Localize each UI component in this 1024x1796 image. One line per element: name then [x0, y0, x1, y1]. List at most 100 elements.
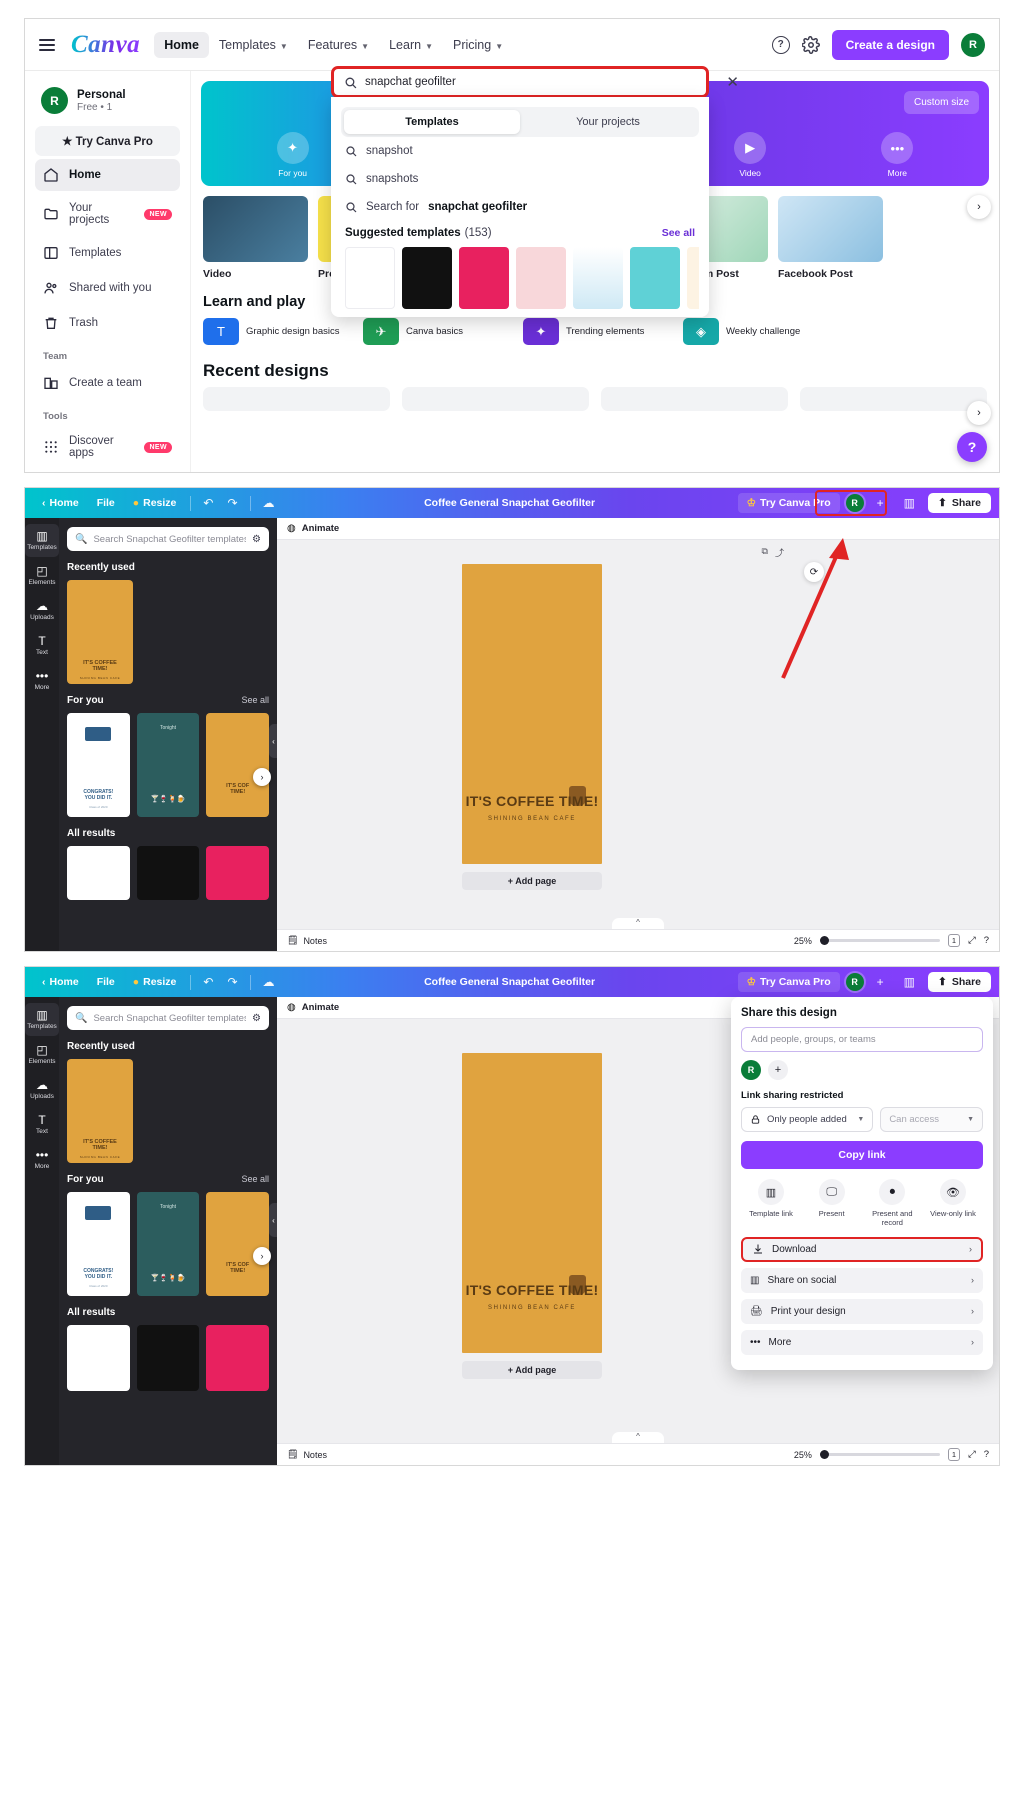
- zoom-slider-handle[interactable]: [819, 936, 829, 945]
- fullscreen-icon[interactable]: ⤢: [968, 1449, 976, 1460]
- design-page[interactable]: IT'S COFFEE TIME! SHINING BEAN CAFE: [462, 1053, 602, 1353]
- zoom-slider-handle[interactable]: [819, 1450, 829, 1459]
- file-menu-button[interactable]: File: [88, 493, 124, 513]
- tab-templates[interactable]: Templates: [344, 110, 520, 134]
- access-level-select[interactable]: Can access ▼: [880, 1107, 983, 1132]
- hero-cat-video[interactable]: ▶ Video: [734, 132, 767, 178]
- template-card[interactable]: [136, 846, 200, 900]
- rail-item-uploads[interactable]: ☁ Uploads: [25, 594, 59, 627]
- sidebar-item-brand-kit[interactable]: Brand Kit: [35, 470, 180, 472]
- tab-your-projects[interactable]: Your projects: [520, 110, 696, 134]
- close-icon[interactable]: ✕: [726, 73, 739, 91]
- rail-item-more[interactable]: ••• More: [25, 664, 59, 697]
- suggestion-search-for[interactable]: Search for snapchat geofilter: [341, 193, 699, 221]
- template-thumb[interactable]: [687, 247, 699, 309]
- try-canva-pro-button[interactable]: ♔ Try Canva Pro: [737, 493, 840, 513]
- template-search-wrapper[interactable]: 🔍 Search Snapchat Geofilter templates ⚙: [67, 1006, 269, 1030]
- template-search-wrapper[interactable]: 🔍 Search Snapchat Geofilter templates ⚙: [67, 527, 269, 551]
- avatar[interactable]: R: [845, 973, 864, 991]
- undo-icon[interactable]: ↶: [196, 493, 220, 513]
- canva-logo[interactable]: Canva: [71, 31, 140, 59]
- page-count[interactable]: 1: [947, 1448, 961, 1461]
- template-card[interactable]: [67, 1325, 130, 1391]
- share-row-share-on-social[interactable]: ▥ Share on social ›: [741, 1267, 983, 1293]
- zoom-slider[interactable]: [819, 1450, 940, 1459]
- duplicate-icon[interactable]: ⧉: [762, 546, 768, 559]
- animate-label[interactable]: Animate: [302, 523, 339, 534]
- sidebar-item-discover-apps[interactable]: Discover apps NEW: [35, 427, 180, 467]
- design-title[interactable]: Coffee General Snapchat Geofilter: [424, 976, 595, 988]
- add-collaborator-icon[interactable]: +: [870, 493, 891, 513]
- template-card[interactable]: [67, 846, 130, 900]
- hero-cat-more[interactable]: ••• More: [881, 132, 914, 178]
- sidebar-item-shared-with-you[interactable]: Shared with you: [35, 272, 180, 304]
- design-type-card[interactable]: Video: [203, 196, 308, 280]
- zoom-slider[interactable]: [819, 936, 940, 945]
- nav-features[interactable]: Features ▼: [298, 32, 379, 58]
- nav-templates[interactable]: Templates ▼: [209, 32, 298, 58]
- filter-icon[interactable]: ⚙: [252, 534, 261, 545]
- custom-size-button[interactable]: Custom size: [903, 91, 979, 114]
- template-card[interactable]: [206, 1325, 270, 1391]
- sidebar-item-templates[interactable]: Templates: [35, 237, 180, 269]
- design-title[interactable]: Coffee General Snapchat Geofilter: [424, 497, 595, 509]
- nav-pricing[interactable]: Pricing ▼: [443, 32, 513, 58]
- share-row-print-your-design[interactable]: 🖨 Print your design ›: [741, 1298, 983, 1324]
- nav-learn[interactable]: Learn ▼: [379, 32, 443, 58]
- share-button[interactable]: ⬆ Share: [928, 972, 991, 992]
- sidebar-item-home[interactable]: Home: [35, 159, 180, 191]
- notes-button[interactable]: 🗒 Notes: [287, 935, 327, 946]
- scroll-right-button-learn[interactable]: ›: [967, 401, 991, 425]
- template-thumb[interactable]: [345, 247, 395, 309]
- create-a-design-button[interactable]: Create a design: [831, 29, 949, 60]
- scroll-right-button[interactable]: ›: [967, 195, 991, 219]
- share-button[interactable]: ⬆ Share: [928, 493, 991, 513]
- file-menu-button[interactable]: File: [88, 972, 124, 992]
- avatar[interactable]: R: [961, 32, 985, 57]
- suggestion-snapshots[interactable]: snapshots: [341, 165, 699, 193]
- rail-item-text[interactable]: T Text: [25, 1108, 59, 1141]
- see-all-link[interactable]: See all: [662, 227, 695, 239]
- hero-cat-for-you[interactable]: ✦ For you: [276, 132, 309, 178]
- template-thumb[interactable]: [630, 247, 680, 309]
- rail-item-elements[interactable]: ◰ Elements: [25, 559, 59, 592]
- sidebar-item-your-projects[interactable]: Your projects NEW: [35, 194, 180, 234]
- rail-item-templates[interactable]: ▥ Templates: [25, 524, 59, 557]
- share-row-download[interactable]: Download ›: [741, 1236, 983, 1262]
- learn-card[interactable]: ✈ Canva basics: [363, 318, 515, 345]
- redo-icon[interactable]: ↷: [220, 972, 244, 992]
- template-card[interactable]: IT'S COF TIME!: [206, 713, 270, 817]
- rail-item-uploads[interactable]: ☁ Uploads: [25, 1073, 59, 1106]
- sidebar-item-trash[interactable]: Trash: [35, 307, 180, 339]
- template-card[interactable]: CONGRATS! YOU DID IT. Class of 2020: [67, 1192, 130, 1296]
- try-canva-pro-button[interactable]: ★ Try Canva Pro: [35, 126, 180, 156]
- collapse-panel-button[interactable]: ‹: [269, 724, 277, 758]
- tray-expand-handle[interactable]: ^: [612, 918, 664, 929]
- template-card[interactable]: IT'S COF TIME!: [206, 1192, 270, 1296]
- notes-button[interactable]: 🗒 Notes: [287, 1449, 327, 1460]
- quick-view-only-link[interactable]: 👁 View-only link: [925, 1179, 981, 1228]
- recent-design-card[interactable]: [601, 387, 788, 411]
- design-type-card[interactable]: Facebook Post: [778, 196, 883, 280]
- template-card[interactable]: Tonight 🍸🍷🍹🍺: [136, 1192, 200, 1296]
- rail-item-more[interactable]: ••• More: [25, 1143, 59, 1176]
- help-icon[interactable]: ?: [984, 935, 989, 946]
- filter-icon[interactable]: ⚙: [252, 1013, 261, 1024]
- back-home-button[interactable]: ‹ Home: [33, 493, 88, 513]
- see-all-link[interactable]: See all: [241, 695, 269, 705]
- cloud-saved-icon[interactable]: ☁: [256, 972, 282, 992]
- quick-present[interactable]: 🖵 Present: [804, 1179, 860, 1228]
- template-thumb[interactable]: [402, 247, 452, 309]
- account-block[interactable]: R Personal Free • 1: [35, 83, 180, 126]
- template-card[interactable]: CONGRATS! YOU DID IT. Class of 2020: [67, 713, 130, 817]
- recent-design-card[interactable]: [203, 387, 390, 411]
- for-you-next-button[interactable]: ›: [253, 768, 271, 786]
- resize-button[interactable]: ● Resize: [124, 972, 186, 992]
- gear-icon[interactable]: [801, 35, 820, 54]
- add-page-button[interactable]: + Add page: [462, 1361, 602, 1379]
- rail-item-text[interactable]: T Text: [25, 629, 59, 662]
- sidebar-item-create-a-team[interactable]: Create a team: [35, 367, 180, 399]
- learn-card[interactable]: ✦ Trending elements: [523, 318, 675, 345]
- hamburger-menu-icon[interactable]: [39, 38, 65, 51]
- for-you-next-button[interactable]: ›: [253, 1247, 271, 1265]
